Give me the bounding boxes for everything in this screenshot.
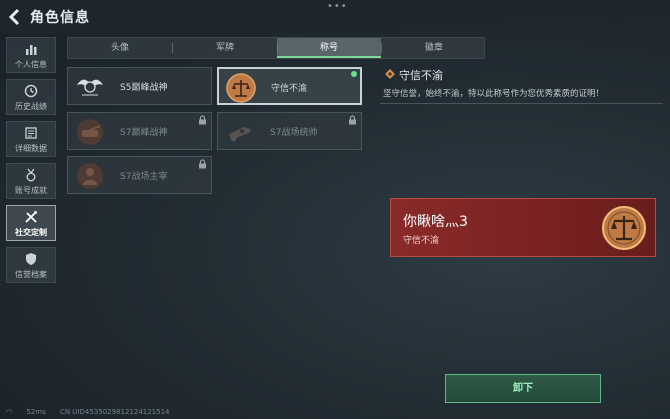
- title-item[interactable]: S5巅峰战神: [67, 67, 212, 105]
- scales-emblem-icon: [226, 73, 256, 103]
- document-icon: [25, 127, 37, 139]
- wifi-icon: ◠: [6, 408, 13, 416]
- tab-bar: 头像 军牌 称号 徽章: [67, 37, 485, 59]
- bar-chart-icon: [26, 45, 37, 55]
- status-bar: ◠ 52ms CN UID4535029812124121514: [6, 408, 182, 416]
- unequip-button[interactable]: 卸下: [445, 374, 601, 403]
- weapon-emblem-icon: [229, 127, 251, 142]
- tab-avatar[interactable]: 头像: [68, 38, 172, 58]
- clock-icon: [24, 84, 38, 98]
- sidebar-item-label: 账号成就: [15, 186, 47, 195]
- uid-text: CN UID4535029812124121514: [59, 408, 170, 416]
- equipped-indicator: [351, 71, 357, 77]
- tab-title[interactable]: 称号: [277, 38, 381, 58]
- shield-icon: [26, 253, 36, 265]
- detail-title: 守信不渝: [399, 69, 443, 82]
- divider: [380, 103, 663, 104]
- tab-dog-tag[interactable]: 军牌: [173, 38, 277, 58]
- tools-icon: [25, 211, 37, 223]
- tank-emblem-icon: [77, 119, 103, 145]
- title-item-selected[interactable]: 守信不渝: [217, 67, 362, 105]
- wings-emblem-icon: [77, 79, 103, 96]
- sidebar-item-label: 历史战绩: [15, 102, 47, 111]
- title-name: S7战场统帅: [270, 128, 318, 138]
- title-name: S7战场主宰: [120, 172, 168, 182]
- title-item-locked[interactable]: S7战场主宰: [67, 156, 212, 194]
- sidebar-item-reputation[interactable]: 信誉档案: [6, 247, 56, 283]
- tab-badge[interactable]: 徽章: [382, 38, 486, 58]
- top-bar: 角色信息 •••: [0, 0, 670, 34]
- detail-description: 坚守信誉，始终不渝，特以此称号作为您优秀素质的证明！: [383, 89, 605, 99]
- lock-icon: [199, 159, 206, 169]
- player-name: 你瞅啥灬3: [403, 214, 468, 230]
- preview-title: 守信不渝: [403, 236, 440, 246]
- soldier-emblem-icon: [77, 163, 103, 189]
- title-name: S7巅峰战神: [120, 128, 168, 138]
- back-arrow-icon[interactable]: [6, 7, 24, 27]
- title-name: S5巅峰战神: [120, 83, 168, 93]
- diamond-icon: [385, 69, 395, 79]
- title-item-locked[interactable]: S7巅峰战神: [67, 112, 212, 150]
- sidebar-item-history[interactable]: 历史战绩: [6, 79, 56, 115]
- sidebar-item-detailed-data[interactable]: 详细数据: [6, 121, 56, 157]
- sidebar-item-achievements[interactable]: 账号成就: [6, 163, 56, 199]
- medal-icon: [26, 168, 36, 182]
- more-dots-icon[interactable]: •••: [327, 1, 348, 12]
- sidebar-item-label: 个人信息: [15, 60, 47, 69]
- ping-value: 52ms: [26, 408, 46, 416]
- title-preview-card: 你瞅啥灬3 守信不渝: [390, 198, 656, 257]
- sidebar-item-label: 信誉档案: [15, 270, 47, 279]
- sidebar-item-label: 社交定制: [15, 228, 47, 237]
- sidebar-item-personal-info[interactable]: 个人信息: [6, 37, 56, 73]
- sidebar-item-social-custom[interactable]: 社交定制: [6, 205, 56, 241]
- page-title: 角色信息: [30, 10, 90, 26]
- scales-emblem-icon: [602, 206, 646, 250]
- title-item-locked[interactable]: S7战场统帅: [217, 112, 362, 150]
- title-name: 守信不渝: [271, 84, 308, 94]
- lock-icon: [349, 115, 356, 125]
- lock-icon: [199, 115, 206, 125]
- sidebar-item-label: 详细数据: [15, 144, 47, 153]
